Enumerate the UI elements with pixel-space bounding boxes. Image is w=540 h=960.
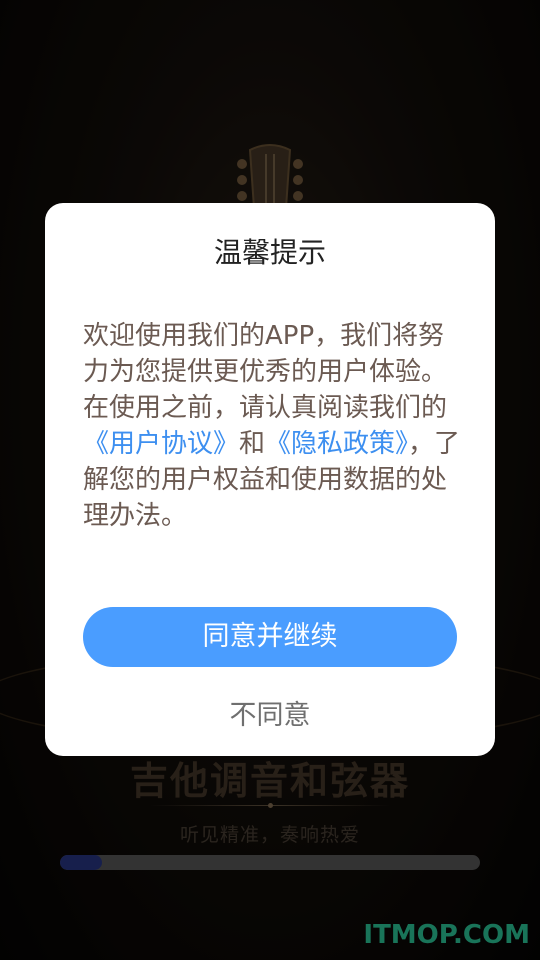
dialog-body-intro: 欢迎使用我们的APP，我们将努力为您提供更优秀的用户体验。在使用之前，请认真阅读… (83, 321, 448, 423)
dialog-message: 欢迎使用我们的APP，我们将努力为您提供更优秀的用户体验。在使用之前，请认真阅读… (83, 318, 463, 534)
dialog-title: 温馨提示 (213, 236, 326, 269)
dialog-body-and: 和 (239, 429, 266, 459)
agree-continue-button[interactable]: 同意并继续 (83, 607, 457, 667)
privacy-dialog: 温馨提示 欢迎使用我们的APP，我们将努力为您提供更优秀的用户体验。在使用之前，… (45, 203, 495, 756)
disagree-button[interactable]: 不同意 (45, 693, 495, 732)
privacy-policy-link[interactable]: 《隐私政策》 (265, 429, 408, 459)
user-agreement-link[interactable]: 《用户协议》 (83, 429, 239, 459)
